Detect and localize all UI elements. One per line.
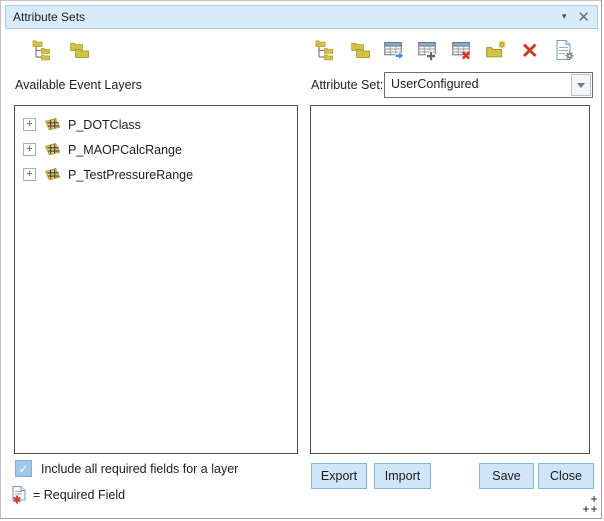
tree-row-label: P_DOTClass — [68, 118, 141, 132]
layer-tree-button-2[interactable] — [314, 38, 337, 61]
save-button[interactable]: Save — [479, 463, 534, 489]
delete-x-icon — [519, 39, 541, 61]
include-required-fields-row: ✓ Include all required fields for a laye… — [15, 460, 238, 477]
expand-icon[interactable]: + — [23, 118, 36, 131]
open-folders-icon — [68, 39, 90, 61]
import-button[interactable]: Import — [374, 463, 431, 489]
include-required-fields-label: Include all required fields for a layer — [41, 462, 238, 476]
event-layer-icon — [43, 142, 62, 157]
tree-row-label: P_MAOPCalcRange — [68, 143, 182, 157]
titlebar-buttons: ▾ ✕ — [562, 10, 590, 25]
tree-row-label: P_TestPressureRange — [68, 168, 193, 182]
open-folders-button[interactable] — [67, 38, 90, 61]
table-remove-icon — [451, 39, 473, 61]
attribute-set-label: Attribute Set: — [311, 78, 383, 92]
include-required-fields-checkbox[interactable]: ✓ — [15, 460, 32, 477]
combobox-dropdown-button[interactable] — [571, 74, 591, 96]
toolbar-left — [31, 38, 90, 61]
folder-new-icon — [485, 39, 507, 61]
layer-tree-icon — [315, 39, 337, 61]
expand-icon[interactable]: + — [23, 143, 36, 156]
open-folders-button-2[interactable] — [348, 38, 371, 61]
delete-button[interactable] — [518, 38, 541, 61]
available-event-layers-label: Available Event Layers — [15, 78, 142, 92]
export-button[interactable]: Export — [311, 463, 367, 489]
table-export-button[interactable] — [382, 38, 405, 61]
chevron-down-icon — [577, 83, 585, 88]
tree-row-p-testpressurerange[interactable]: + P_TestPressureRange — [15, 162, 297, 187]
required-field-legend: = Required Field — [11, 485, 125, 505]
event-layer-icon — [43, 167, 62, 182]
tree-row-p-dotclass[interactable]: + P_DOTClass — [15, 112, 297, 137]
attribute-sets-dialog: Attribute Sets ▾ ✕ — [0, 0, 602, 519]
attribute-set-fields-panel[interactable] — [310, 105, 590, 454]
folder-new-button[interactable] — [484, 38, 507, 61]
layer-tree-button[interactable] — [31, 38, 54, 61]
close-button[interactable]: Close — [538, 463, 594, 489]
expand-icon[interactable]: + — [23, 168, 36, 181]
table-export-icon — [383, 39, 405, 61]
required-field-icon — [11, 485, 28, 505]
table-remove-button[interactable] — [450, 38, 473, 61]
close-icon[interactable]: ✕ — [577, 10, 590, 25]
titlebar[interactable]: Attribute Sets ▾ ✕ — [5, 5, 598, 29]
layer-tree-icon — [32, 39, 54, 61]
tree-row-p-maopcalcrange[interactable]: + P_MAOPCalcRange — [15, 137, 297, 162]
open-folders-icon — [349, 39, 371, 61]
toolbar-right — [314, 38, 575, 61]
available-event-layers-list[interactable]: + P_DOTClass + P_MAOPCalcRange + P_TestP… — [14, 105, 298, 454]
attribute-set-value: UserConfigured — [385, 73, 570, 97]
resize-grip[interactable] — [577, 495, 599, 515]
attribute-set-combobox[interactable]: UserConfigured — [384, 72, 593, 98]
event-layer-icon — [43, 117, 62, 132]
table-add-icon — [417, 39, 439, 61]
document-gear-icon — [553, 39, 575, 61]
document-gear-button[interactable] — [552, 38, 575, 61]
panel-menu-icon[interactable]: ▾ — [562, 12, 567, 22]
table-add-button[interactable] — [416, 38, 439, 61]
required-field-legend-text: = Required Field — [33, 488, 125, 502]
dialog-title: Attribute Sets — [13, 10, 85, 24]
